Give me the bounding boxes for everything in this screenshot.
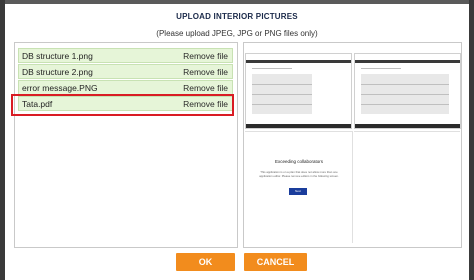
file-name: DB structure 2.png [22, 67, 93, 77]
file-name: error message.PNG [22, 83, 98, 93]
window-right-frame [469, 0, 474, 280]
thumb-line [361, 68, 401, 69]
file-row: DB structure 2.png Remove file [18, 64, 233, 79]
preview-thumbnail[interactable] [354, 53, 461, 129]
cancel-button[interactable]: CANCEL [244, 253, 307, 271]
thumb-line [361, 104, 449, 105]
remove-file-link[interactable]: Remove file [183, 83, 228, 93]
thumb-toolbar [355, 60, 460, 63]
remove-file-link[interactable]: Remove file [183, 67, 228, 77]
preview-thumbnail[interactable] [245, 53, 352, 129]
preview-thumbnail-empty [354, 131, 460, 243]
dialog-title: UPLOAD INTERIOR PICTURES [176, 12, 298, 21]
thumb-taskbar [355, 124, 460, 128]
file-list-panel: DB structure 1.png Remove file DB struct… [14, 42, 238, 248]
ok-button[interactable]: OK [176, 253, 235, 271]
window-left-frame [0, 0, 5, 280]
thumb-line [361, 84, 449, 85]
file-name: DB structure 1.png [22, 51, 93, 61]
preview-error-text: This application is on a plan that does … [259, 170, 339, 178]
thumb-toolbar [246, 60, 351, 63]
preview-error-title: Exceeding collaborators [274, 159, 324, 164]
thumb-line [252, 94, 312, 95]
thumb-line [252, 84, 312, 85]
thumb-taskbar [246, 124, 351, 128]
window-top-frame [0, 0, 474, 4]
thumb-line [361, 94, 449, 95]
preview-panel: Exceeding collaborators This application… [243, 42, 462, 248]
highlight-box [11, 94, 234, 116]
thumb-line [252, 104, 312, 105]
file-row: DB structure 1.png Remove file [18, 48, 233, 63]
preview-error-button: Next [289, 188, 307, 195]
file-row: error message.PNG Remove file [18, 80, 233, 95]
dialog-subtitle: (Please upload JPEG, JPG or PNG files on… [156, 29, 318, 38]
preview-thumbnail[interactable]: Exceeding collaborators This application… [245, 131, 353, 243]
thumb-line [252, 68, 292, 69]
remove-file-link[interactable]: Remove file [183, 51, 228, 61]
